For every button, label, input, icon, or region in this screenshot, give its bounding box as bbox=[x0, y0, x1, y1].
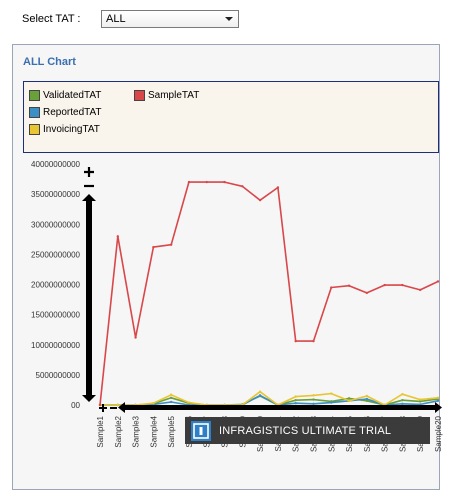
trial-watermark: INFRAGISTICS ULTIMATE TRIAL bbox=[185, 417, 430, 444]
data-point-validatedtat[interactable] bbox=[169, 396, 173, 399]
data-point-sampletat[interactable] bbox=[383, 283, 386, 287]
data-point-invoicingtat[interactable] bbox=[347, 399, 351, 402]
data-point-reportedtat[interactable] bbox=[169, 400, 173, 404]
data-point-sampletat[interactable] bbox=[205, 180, 208, 184]
data-point-sampletat[interactable] bbox=[187, 180, 191, 184]
data-point-sampletat[interactable] bbox=[347, 284, 351, 287]
data-point-invoicingtat[interactable] bbox=[258, 390, 262, 393]
y-tick-label: 15000000000 bbox=[31, 311, 80, 320]
data-point-invoicingtat[interactable] bbox=[330, 392, 333, 395]
y-tick-label: 10000000000 bbox=[31, 341, 80, 350]
data-point-sampletat[interactable] bbox=[258, 198, 262, 202]
zoom-in-icon[interactable] bbox=[84, 167, 94, 177]
scroll-right-arrow-icon[interactable] bbox=[435, 402, 442, 413]
data-point-sampletat[interactable] bbox=[419, 288, 422, 292]
x-tick-label: Sample5 bbox=[167, 415, 176, 447]
series-line-invoicingtat bbox=[100, 390, 439, 406]
data-point-reportedtat[interactable] bbox=[365, 397, 369, 401]
data-point-invoicingtat[interactable] bbox=[401, 392, 404, 396]
x-tick-label: Sample1 bbox=[96, 415, 105, 447]
infragistics-logo-icon bbox=[191, 420, 211, 441]
watermark-text: INFRAGISTICS ULTIMATE TRIAL bbox=[219, 424, 392, 437]
data-point-sampletat[interactable] bbox=[223, 180, 226, 184]
data-point-reportedtat[interactable] bbox=[401, 402, 404, 405]
y-axis-ticks: 40000000000 35000000000 30000000000 2500000… bbox=[31, 160, 80, 410]
data-point-sampletat[interactable] bbox=[116, 235, 119, 238]
data-point-sampletat[interactable] bbox=[134, 336, 137, 339]
vertical-scroll-track[interactable] bbox=[86, 198, 92, 398]
data-point-invoicingtat[interactable] bbox=[116, 403, 119, 407]
data-point-invoicingtat[interactable] bbox=[365, 394, 369, 398]
data-point-reportedtat[interactable] bbox=[330, 401, 333, 404]
data-point-invoicingtat[interactable] bbox=[436, 396, 440, 399]
data-point-reportedtat[interactable] bbox=[436, 399, 440, 402]
vertical-zoom-scrollbar[interactable] bbox=[82, 167, 96, 402]
data-point-sampletat[interactable] bbox=[365, 291, 369, 295]
horizontal-scroll-track[interactable] bbox=[122, 405, 438, 410]
data-point-sampletat[interactable] bbox=[312, 339, 315, 343]
data-point-invoicingtat[interactable] bbox=[294, 395, 297, 398]
data-point-sampletat[interactable] bbox=[401, 283, 404, 287]
data-point-invoicingtat[interactable] bbox=[312, 394, 315, 397]
y-tick-label: 00 bbox=[71, 401, 80, 410]
data-point-sampletat[interactable] bbox=[98, 403, 102, 407]
series-line-sampletat bbox=[99, 181, 439, 406]
data-point-sampletat[interactable] bbox=[294, 339, 297, 343]
data-point-sampletat[interactable] bbox=[436, 280, 440, 283]
data-point-sampletat[interactable] bbox=[152, 245, 155, 249]
data-point-invoicingtat[interactable] bbox=[187, 401, 191, 404]
data-point-sampletat[interactable] bbox=[241, 185, 244, 188]
data-point-validatedtat[interactable] bbox=[312, 398, 315, 401]
data-point-reportedtat[interactable] bbox=[312, 402, 315, 405]
x-tick-label: Sample4 bbox=[149, 415, 158, 447]
scroll-down-arrow-icon[interactable] bbox=[82, 395, 96, 402]
x-tick-label: Sample2 bbox=[114, 415, 123, 447]
data-point-validatedtat[interactable] bbox=[401, 398, 404, 402]
data-point-validatedtat[interactable] bbox=[294, 398, 297, 402]
x-tick-label: Sample3 bbox=[132, 415, 141, 447]
data-point-sampletat[interactable] bbox=[169, 243, 173, 246]
scroll-up-arrow-icon[interactable] bbox=[82, 194, 96, 201]
y-tick-label: 40000000000 bbox=[31, 160, 80, 169]
data-point-invoicingtat[interactable] bbox=[152, 401, 155, 405]
data-point-invoicingtat[interactable] bbox=[169, 393, 173, 396]
data-point-validatedtat[interactable] bbox=[347, 397, 351, 400]
data-point-reportedtat[interactable] bbox=[258, 394, 262, 397]
data-point-reportedtat[interactable] bbox=[294, 401, 297, 405]
y-tick-label: 30000000000 bbox=[31, 220, 80, 229]
scroll-left-arrow-icon[interactable] bbox=[118, 402, 125, 413]
y-tick-label: 35000000000 bbox=[31, 190, 80, 199]
data-point-invoicingtat[interactable] bbox=[419, 398, 422, 401]
y-tick-label: 20000000000 bbox=[31, 281, 80, 290]
x-tick-label: Sample20 bbox=[434, 415, 443, 452]
y-tick-label: 5000000000 bbox=[36, 371, 81, 380]
data-point-sampletat[interactable] bbox=[330, 286, 333, 289]
data-point-sampletat[interactable] bbox=[276, 186, 280, 189]
y-tick-label: 25000000000 bbox=[31, 250, 80, 259]
plot-series bbox=[98, 180, 440, 407]
